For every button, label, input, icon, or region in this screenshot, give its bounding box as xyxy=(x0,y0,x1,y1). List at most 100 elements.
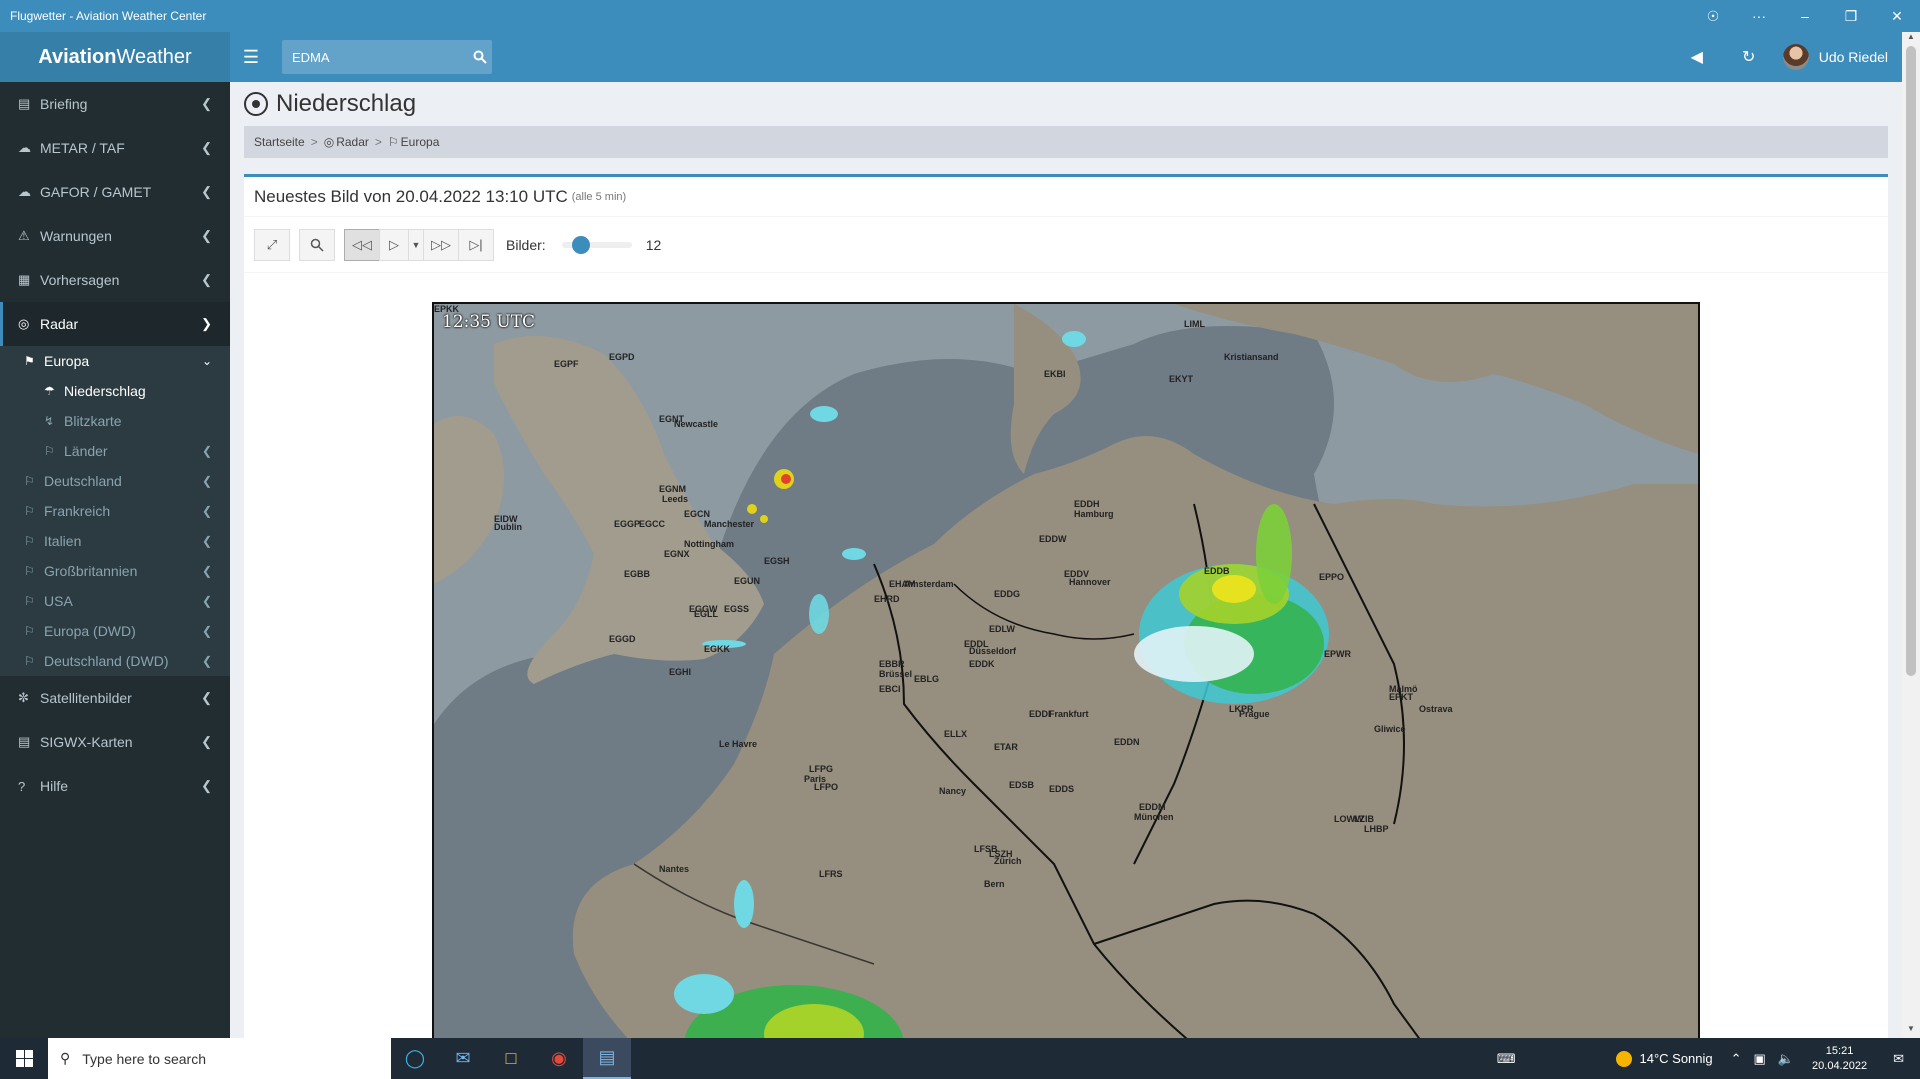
map-label: Dublin xyxy=(494,522,522,532)
close-button[interactable]: ✕ xyxy=(1874,0,1920,32)
rewind-button[interactable]: ◁◁ xyxy=(344,228,380,261)
collapse-left-icon[interactable]: ◀ xyxy=(1671,32,1723,82)
slider-knob[interactable] xyxy=(571,235,590,254)
mail-icon[interactable]: ✉ xyxy=(439,1038,487,1079)
play-button[interactable]: ▷ xyxy=(379,228,409,261)
scroll-up-arrow[interactable]: ▲ xyxy=(1902,32,1920,46)
fullscreen-button[interactable]: ⤢ xyxy=(254,228,290,261)
playback-group: ◁◁ ▷ ▼ ▷▷ ▷| xyxy=(344,228,494,261)
edge-icon[interactable]: ◯ xyxy=(391,1038,439,1079)
map-label: EKYT xyxy=(1169,374,1194,384)
sidebar-item-europa[interactable]: ⚑ Europa ⌄ xyxy=(0,346,230,376)
sidebar-item-gafor-gamet[interactable]: ☁ GAFOR / GAMET ❮ xyxy=(0,170,230,214)
map-label: Düsseldorf xyxy=(969,646,1017,656)
sidebar-item-warnungen[interactable]: ⚠ Warnungen ❮ xyxy=(0,214,230,258)
chevron-left-icon: ❮ xyxy=(201,96,212,111)
sidebar-item-sigwx-karten[interactable]: ▤ SIGWX-Karten ❮ xyxy=(0,720,230,764)
map-label: Leeds xyxy=(662,494,689,504)
scrollbar-thumb[interactable] xyxy=(1906,46,1916,676)
weather-app-icon[interactable]: ▤ xyxy=(583,1038,631,1079)
map-label: Prague xyxy=(1239,709,1270,719)
sidebar-item-label: Vorhersagen xyxy=(40,272,120,288)
sidebar-item-europa-dwd[interactable]: ⚐ Europa (DWD) ❮ xyxy=(0,616,230,646)
sidebar-item-blitzkarte[interactable]: ↯ Blitzkarte xyxy=(0,406,230,436)
skip-end-button[interactable]: ▷| xyxy=(458,228,494,261)
chevron-left-icon: ❮ xyxy=(201,534,212,548)
map-label: Frankfurt xyxy=(1049,709,1089,719)
sidebar-item-label: Briefing xyxy=(40,96,88,112)
sidebar-item-deutschland-dwd[interactable]: ⚐ Deutschland (DWD) ❮ xyxy=(0,646,230,676)
expand-icon: ⤢ xyxy=(266,236,278,252)
radar-map-image xyxy=(434,304,1698,1038)
map-label: EDDB xyxy=(1204,566,1230,576)
chrome-icon[interactable]: ◉ xyxy=(535,1038,583,1079)
sidebar-item-grossbritannien[interactable]: ⚐ Großbritannien ❮ xyxy=(0,556,230,586)
sidebar-item-hilfe[interactable]: ? Hilfe ❮ xyxy=(0,764,230,808)
more-icon[interactable]: ··· xyxy=(1736,0,1782,32)
bilder-label: Bilder: xyxy=(506,236,546,253)
map-label: LZIB xyxy=(1354,814,1374,824)
radar-map[interactable]: 12:35 UTC EGPF EGPD EGNT Newcastle EGNM Leeds… xyxy=(432,302,1700,1038)
map-label: ETAR xyxy=(994,742,1018,752)
scroll-down-arrow[interactable]: ▼ xyxy=(1902,1024,1920,1038)
help-icon: ? xyxy=(18,778,26,794)
rewind-icon: ◁◁ xyxy=(352,236,372,252)
network-icon[interactable]: ▣ xyxy=(1754,1051,1766,1067)
radar-submenu: ⚑ Europa ⌄ ☂ Niederschlag ↯ Blitzkarte ⚐ Länd… xyxy=(0,346,230,676)
fast-forward-button[interactable]: ▷▷ xyxy=(423,228,459,261)
zoom-button[interactable] xyxy=(299,228,335,261)
sidebar-item-label: Italien xyxy=(44,533,82,549)
play-options-dropdown[interactable]: ▼ xyxy=(408,228,424,261)
bilder-slider[interactable] xyxy=(561,235,632,254)
rain-icon: ☂ xyxy=(44,384,55,398)
page-title-text: Niederschlag xyxy=(276,90,417,117)
volume-icon[interactable]: 🔈 xyxy=(1778,1051,1794,1067)
sidebar-item-italien[interactable]: ⚐ Italien ❮ xyxy=(0,526,230,556)
notifications-icon[interactable]: ✉ xyxy=(1893,1051,1904,1067)
fast-forward-icon: ▷▷ xyxy=(431,236,451,252)
taskbar-search[interactable]: ⚲ Type here to search xyxy=(48,1038,391,1079)
breadcrumb-startseite[interactable]: Startseite xyxy=(254,135,305,149)
start-button[interactable] xyxy=(0,1038,48,1079)
minimize-button[interactable]: – xyxy=(1782,0,1828,32)
sidebar-item-frankreich[interactable]: ⚐ Frankreich ❮ xyxy=(0,496,230,526)
app-logo[interactable]: Aviation Weather xyxy=(0,32,230,82)
sidebar-item-niederschlag[interactable]: ☂ Niederschlag xyxy=(0,376,230,406)
search-input[interactable] xyxy=(282,49,468,65)
folder-icon[interactable]: □ xyxy=(487,1038,535,1079)
sidebar-item-usa[interactable]: ⚐ USA ❮ xyxy=(0,586,230,616)
user-menu[interactable]: Udo Riedel xyxy=(1775,32,1920,82)
sidebar-item-metar-taf[interactable]: ☁ METAR / TAF ❮ xyxy=(0,126,230,170)
sidebar-item-laender[interactable]: ⚐ Länder ❮ xyxy=(0,436,230,466)
sidebar-item-vorhersagen[interactable]: ▦ Vorhersagen ❮ xyxy=(0,258,230,302)
breadcrumb-radar[interactable]: Radar xyxy=(336,135,369,149)
keyboard-icon[interactable]: ⌨ xyxy=(1497,1051,1516,1067)
map-label: EGLL xyxy=(694,609,718,619)
sidebar-item-briefing[interactable]: ▤ Briefing ❮ xyxy=(0,82,230,126)
chevron-down-icon: ⌄ xyxy=(201,354,212,368)
map-label: EDDN xyxy=(1114,737,1140,747)
chevron-up-icon[interactable]: ⌃ xyxy=(1731,1051,1742,1067)
search-icon[interactable] xyxy=(468,40,492,74)
sidebar-item-label: METAR / TAF xyxy=(40,140,125,156)
avatar xyxy=(1782,44,1809,70)
sidebar-item-satellitenbilder[interactable]: ✼ Satellitenbilder ❮ xyxy=(0,676,230,720)
restore-button[interactable]: ❐ xyxy=(1828,0,1874,32)
chevron-left-icon: ❮ xyxy=(201,474,212,488)
clock[interactable]: 15:21 20.04.2022 xyxy=(1812,1044,1867,1074)
page-scrollbar[interactable]: ▲ ▼ xyxy=(1902,32,1920,1038)
weather-text[interactable]: 14°C Sonnig xyxy=(1640,1051,1713,1066)
menu-toggle-icon[interactable]: ☰ xyxy=(230,32,272,82)
cloud-icon: ☁ xyxy=(18,184,31,199)
radar-timestamp: 12:35 UTC xyxy=(442,312,536,332)
flag-outline-icon: ⚐ xyxy=(44,444,55,458)
sidebar-item-deutschland[interactable]: ⚐ Deutschland ❮ xyxy=(0,466,230,496)
refresh-icon[interactable]: ↻ xyxy=(1723,32,1775,82)
map-label: EGCN xyxy=(684,509,711,519)
chevron-left-icon: ❮ xyxy=(201,778,212,793)
sidebar-item-radar[interactable]: ◎ Radar ❯ xyxy=(0,302,230,346)
location-icon[interactable]: ☉ xyxy=(1690,0,1736,32)
windows-taskbar: ⚲ Type here to search ◯ ✉ □ ◉ ▤ ⌨ 14°C S… xyxy=(0,1038,1920,1079)
chevron-left-icon: ❮ xyxy=(201,734,212,749)
chevron-left-icon: ❮ xyxy=(201,594,212,608)
